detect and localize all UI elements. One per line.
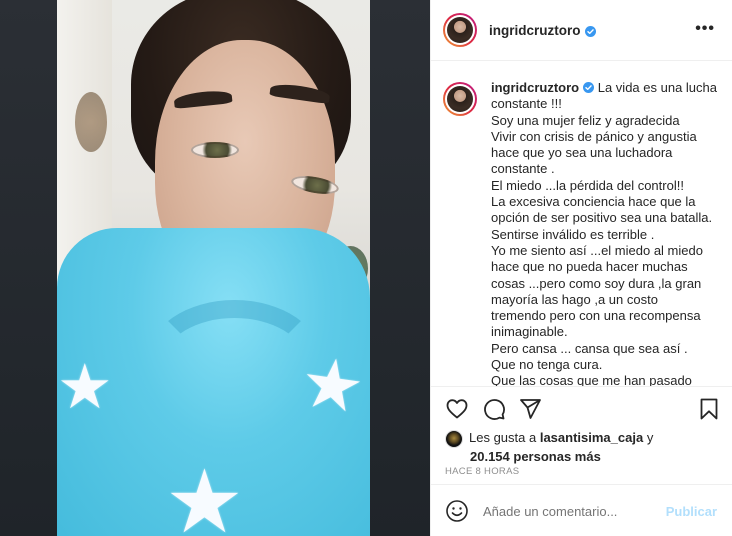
likes-connector: y [646,430,654,445]
likes-summary: Les gusta a lasantisima_caja y 20.154 pe… [445,429,721,465]
star-print-icon: ★ [165,450,244,536]
bookmark-icon[interactable] [697,397,721,421]
caption-line: hace que yo sea una luchadora [491,145,673,161]
star-print-icon: ★ [295,340,370,430]
avatar-image [447,86,473,112]
photo-eye-left [191,142,239,158]
post-header: ingridcruztoro ••• [431,0,732,61]
liker-username-link[interactable]: lasantisima_caja [540,430,643,445]
smiley-icon[interactable] [445,499,469,523]
caption-avatar[interactable] [443,82,477,116]
caption-username[interactable]: ingridcruztoro [491,80,579,95]
comment-icon[interactable] [482,397,506,421]
action-icons-row [445,397,721,423]
avatar[interactable] [443,13,477,47]
post-timestamp[interactable]: HACE 8 HORAS [445,466,519,477]
star-print-icon: ★ [57,350,113,423]
likes-count-link[interactable]: 20.154 personas más [470,449,601,464]
caption-line: opción de ser positivo sea una batalla. [491,210,713,226]
caption-line: cosas ...pero como soy dura ,la gran [491,275,702,291]
avatar-image [447,17,473,43]
more-options-icon[interactable]: ••• [695,20,715,38]
comment-bar: Publicar [431,484,732,536]
caption-line: La excesiva conciencia hace que la [491,194,696,210]
caption-line: Que las cosas que me han pasado [491,373,692,386]
caption-section: ingridcruztoro La vida es una lucha cons… [431,62,732,386]
caption-text: ingridcruztoro La vida es una lucha cons… [491,80,721,386]
paper-plane-icon[interactable] [518,397,542,421]
caption-row: ingridcruztoro La vida es una lucha cons… [443,80,721,386]
caption-line: inimaginable. [491,324,568,340]
caption-line: Soy una mujer feliz y agradecida [491,112,680,128]
verified-badge-icon [583,82,595,93]
comment-input[interactable] [483,503,663,519]
photo-wall-decoration [75,92,107,152]
caption-line: Sentirse inválido es terrible . [491,226,655,242]
post-media: ★ ★ ★ [0,0,430,536]
caption-line: Que no tenga cura. [491,357,603,373]
likes-prefix: Les gusta a [469,430,537,445]
post-photo[interactable]: ★ ★ ★ [57,0,370,536]
caption-line: Pero cansa ... cansa que sea así . [491,340,688,356]
post-actions-section: Les gusta a lasantisima_caja y 20.154 pe… [431,386,732,536]
photo-hood-fold [147,300,322,420]
caption-line: constante . [491,161,555,177]
caption-line: El miedo ...la pérdida del control!! [491,177,684,193]
caption-line: mayoría las hago ,a un costo [491,291,658,307]
publish-button[interactable]: Publicar [666,504,717,519]
caption-line: tremendo pero con una recompensa [491,308,701,324]
post-side-panel: ingridcruztoro ••• ingridcruztoro La vid… [430,0,732,536]
heart-icon[interactable] [445,397,469,421]
caption-line: hace que no pueda hacer muchas [491,259,688,275]
caption-line: constante !!! [491,96,562,112]
liker-avatar[interactable] [445,429,463,448]
caption-line: La vida es una lucha [597,80,717,95]
caption-line: Yo me siento así ...el miedo al miedo [491,242,703,258]
verified-badge-icon [584,25,596,37]
username-link[interactable]: ingridcruztoro [489,23,581,38]
caption-line: Vivir con crisis de pánico y angustia [491,128,697,144]
